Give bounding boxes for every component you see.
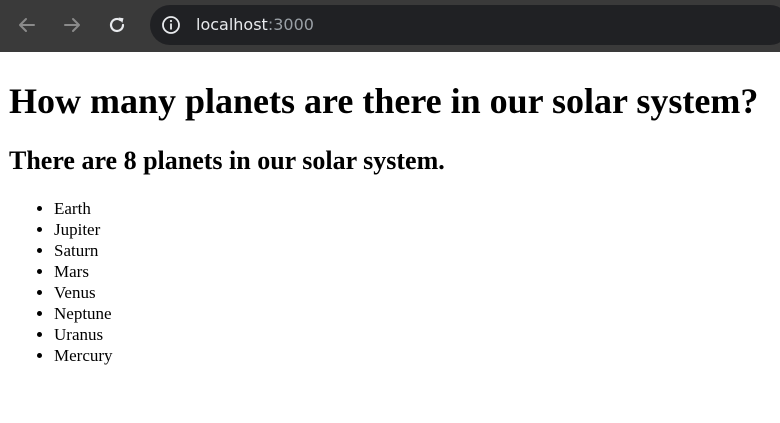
list-item: Mars bbox=[54, 261, 113, 282]
reload-icon bbox=[109, 17, 125, 33]
list-item: Uranus bbox=[54, 324, 113, 345]
forward-button[interactable] bbox=[60, 13, 84, 37]
list-item: Neptune bbox=[54, 303, 113, 324]
list-item: Venus bbox=[54, 282, 113, 303]
site-info-button[interactable] bbox=[161, 15, 181, 35]
reload-button[interactable] bbox=[105, 13, 129, 37]
browser-toolbar: localhost:3000 bbox=[0, 0, 780, 52]
page-subheading: There are 8 planets in our solar system. bbox=[9, 146, 445, 175]
back-button[interactable] bbox=[15, 13, 39, 37]
list-item: Earth bbox=[54, 198, 113, 219]
list-item: Jupiter bbox=[54, 219, 113, 240]
planet-list: Earth Jupiter Saturn Mars Venus Neptune … bbox=[0, 198, 113, 366]
url-port: :3000 bbox=[267, 15, 314, 34]
url-host: localhost bbox=[196, 15, 268, 34]
arrow-right-icon bbox=[64, 18, 80, 32]
info-icon bbox=[162, 16, 180, 34]
arrow-left-icon bbox=[19, 18, 35, 32]
list-item: Saturn bbox=[54, 240, 113, 261]
address-bar[interactable]: localhost:3000 bbox=[150, 5, 780, 45]
url-text[interactable]: localhost:3000 bbox=[196, 15, 314, 35]
page-content: How many planets are there in our solar … bbox=[0, 52, 780, 423]
page-heading: How many planets are there in our solar … bbox=[9, 81, 759, 121]
list-item: Mercury bbox=[54, 345, 113, 366]
